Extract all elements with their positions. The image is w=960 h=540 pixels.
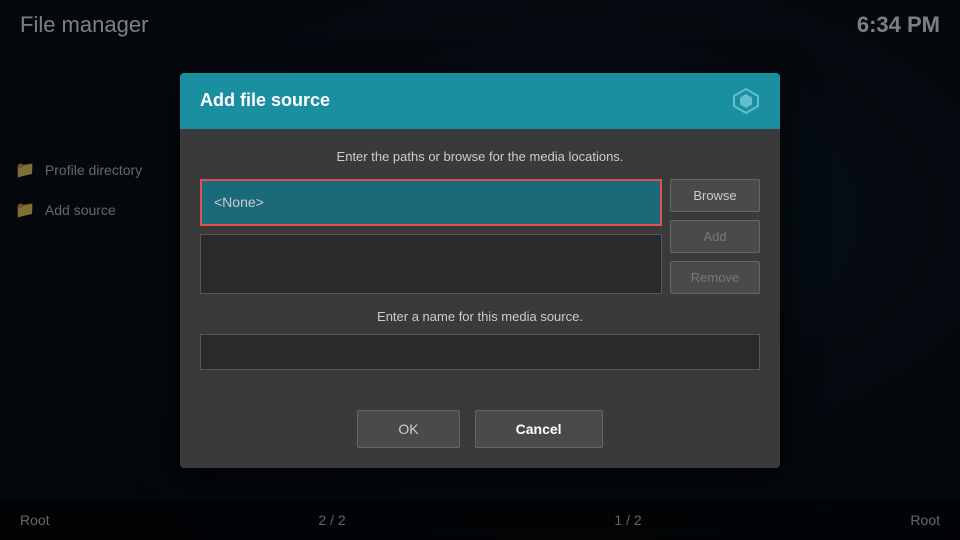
browse-button[interactable]: Browse bbox=[670, 179, 760, 212]
ok-button[interactable]: OK bbox=[357, 410, 459, 448]
dialog-subtitle: Enter the paths or browse for the media … bbox=[200, 149, 760, 164]
side-buttons: Browse Add Remove bbox=[670, 179, 760, 294]
dialog-body: Enter the paths or browse for the media … bbox=[180, 129, 780, 390]
dialog-title: Add file source bbox=[200, 90, 330, 111]
add-button[interactable]: Add bbox=[670, 220, 760, 253]
kodi-logo-icon bbox=[732, 87, 760, 115]
path-list-area bbox=[200, 234, 662, 294]
modal-overlay: Add file source Enter the paths or brows… bbox=[0, 0, 960, 540]
name-label: Enter a name for this media source. bbox=[200, 309, 760, 324]
add-file-source-dialog: Add file source Enter the paths or brows… bbox=[180, 73, 780, 468]
path-input[interactable] bbox=[204, 183, 658, 221]
path-row: Browse Add Remove bbox=[200, 179, 760, 294]
path-input-wrapper bbox=[200, 179, 662, 226]
source-name-input[interactable] bbox=[200, 334, 760, 370]
dialog-footer: OK Cancel bbox=[180, 390, 780, 468]
cancel-button[interactable]: Cancel bbox=[475, 410, 603, 448]
remove-button[interactable]: Remove bbox=[670, 261, 760, 294]
name-section: Enter a name for this media source. bbox=[200, 309, 760, 370]
dialog-header: Add file source bbox=[180, 73, 780, 129]
